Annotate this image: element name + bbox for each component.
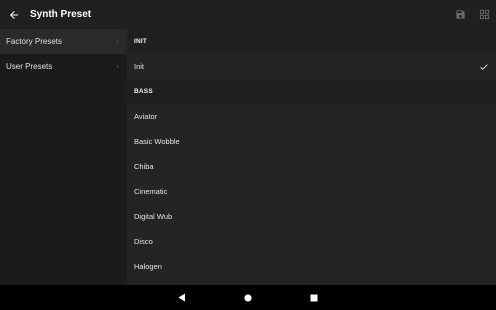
app-bar: Synth Preset <box>0 0 496 29</box>
recents-square-icon <box>310 294 318 301</box>
sidebar-item-factory-presets[interactable]: Factory Presets <box>0 29 127 54</box>
nav-home-button[interactable] <box>215 285 281 310</box>
preset-category-sidebar: Factory Presets User Presets <box>0 29 127 285</box>
preset-item[interactable]: Chiba <box>127 154 496 179</box>
preset-label: Aviator <box>134 112 158 121</box>
back-arrow-icon <box>10 10 18 19</box>
back-triangle-icon <box>178 293 185 302</box>
preset-label: Chiba <box>134 162 154 171</box>
back-button[interactable] <box>0 0 28 29</box>
section-header-init: INIT <box>127 29 496 54</box>
chevron-right-icon <box>116 39 119 44</box>
home-circle-icon <box>244 293 252 302</box>
grid-button[interactable] <box>472 0 496 29</box>
preset-label: Halogen <box>134 262 162 271</box>
preset-item[interactable]: Disco <box>127 229 496 254</box>
grid-icon <box>479 9 489 20</box>
preset-item[interactable]: Digital Wub <box>127 204 496 229</box>
nav-recents-button[interactable] <box>281 285 347 310</box>
checkmark-icon <box>480 63 488 70</box>
sidebar-item-label: User Presets <box>6 62 53 71</box>
save-button[interactable] <box>448 0 472 29</box>
save-icon <box>455 10 465 19</box>
preset-item[interactable]: Basic Wobble <box>127 129 496 154</box>
preset-item[interactable]: Aviator <box>127 104 496 129</box>
section-header-bass: BASS <box>127 79 496 104</box>
nav-back-button[interactable] <box>149 285 215 310</box>
preset-label: Cinematic <box>134 187 168 196</box>
page-title: Synth Preset <box>30 9 92 20</box>
sidebar-item-user-presets[interactable]: User Presets <box>0 54 127 79</box>
preset-item[interactable]: Halogen <box>127 254 496 279</box>
preset-item-init[interactable]: Init <box>127 54 496 79</box>
preset-item[interactable]: Cinematic <box>127 179 496 204</box>
preset-label: Init <box>134 62 145 71</box>
preset-list: INIT Init BASS Aviator Basic Wobble Chib… <box>127 29 496 285</box>
preset-label: Disco <box>134 237 153 246</box>
sidebar-item-label: Factory Presets <box>6 37 63 46</box>
preset-label: Digital Wub <box>134 212 173 221</box>
system-navigation-bar <box>0 285 496 310</box>
chevron-right-icon <box>116 64 119 69</box>
preset-label: Basic Wobble <box>134 137 180 146</box>
